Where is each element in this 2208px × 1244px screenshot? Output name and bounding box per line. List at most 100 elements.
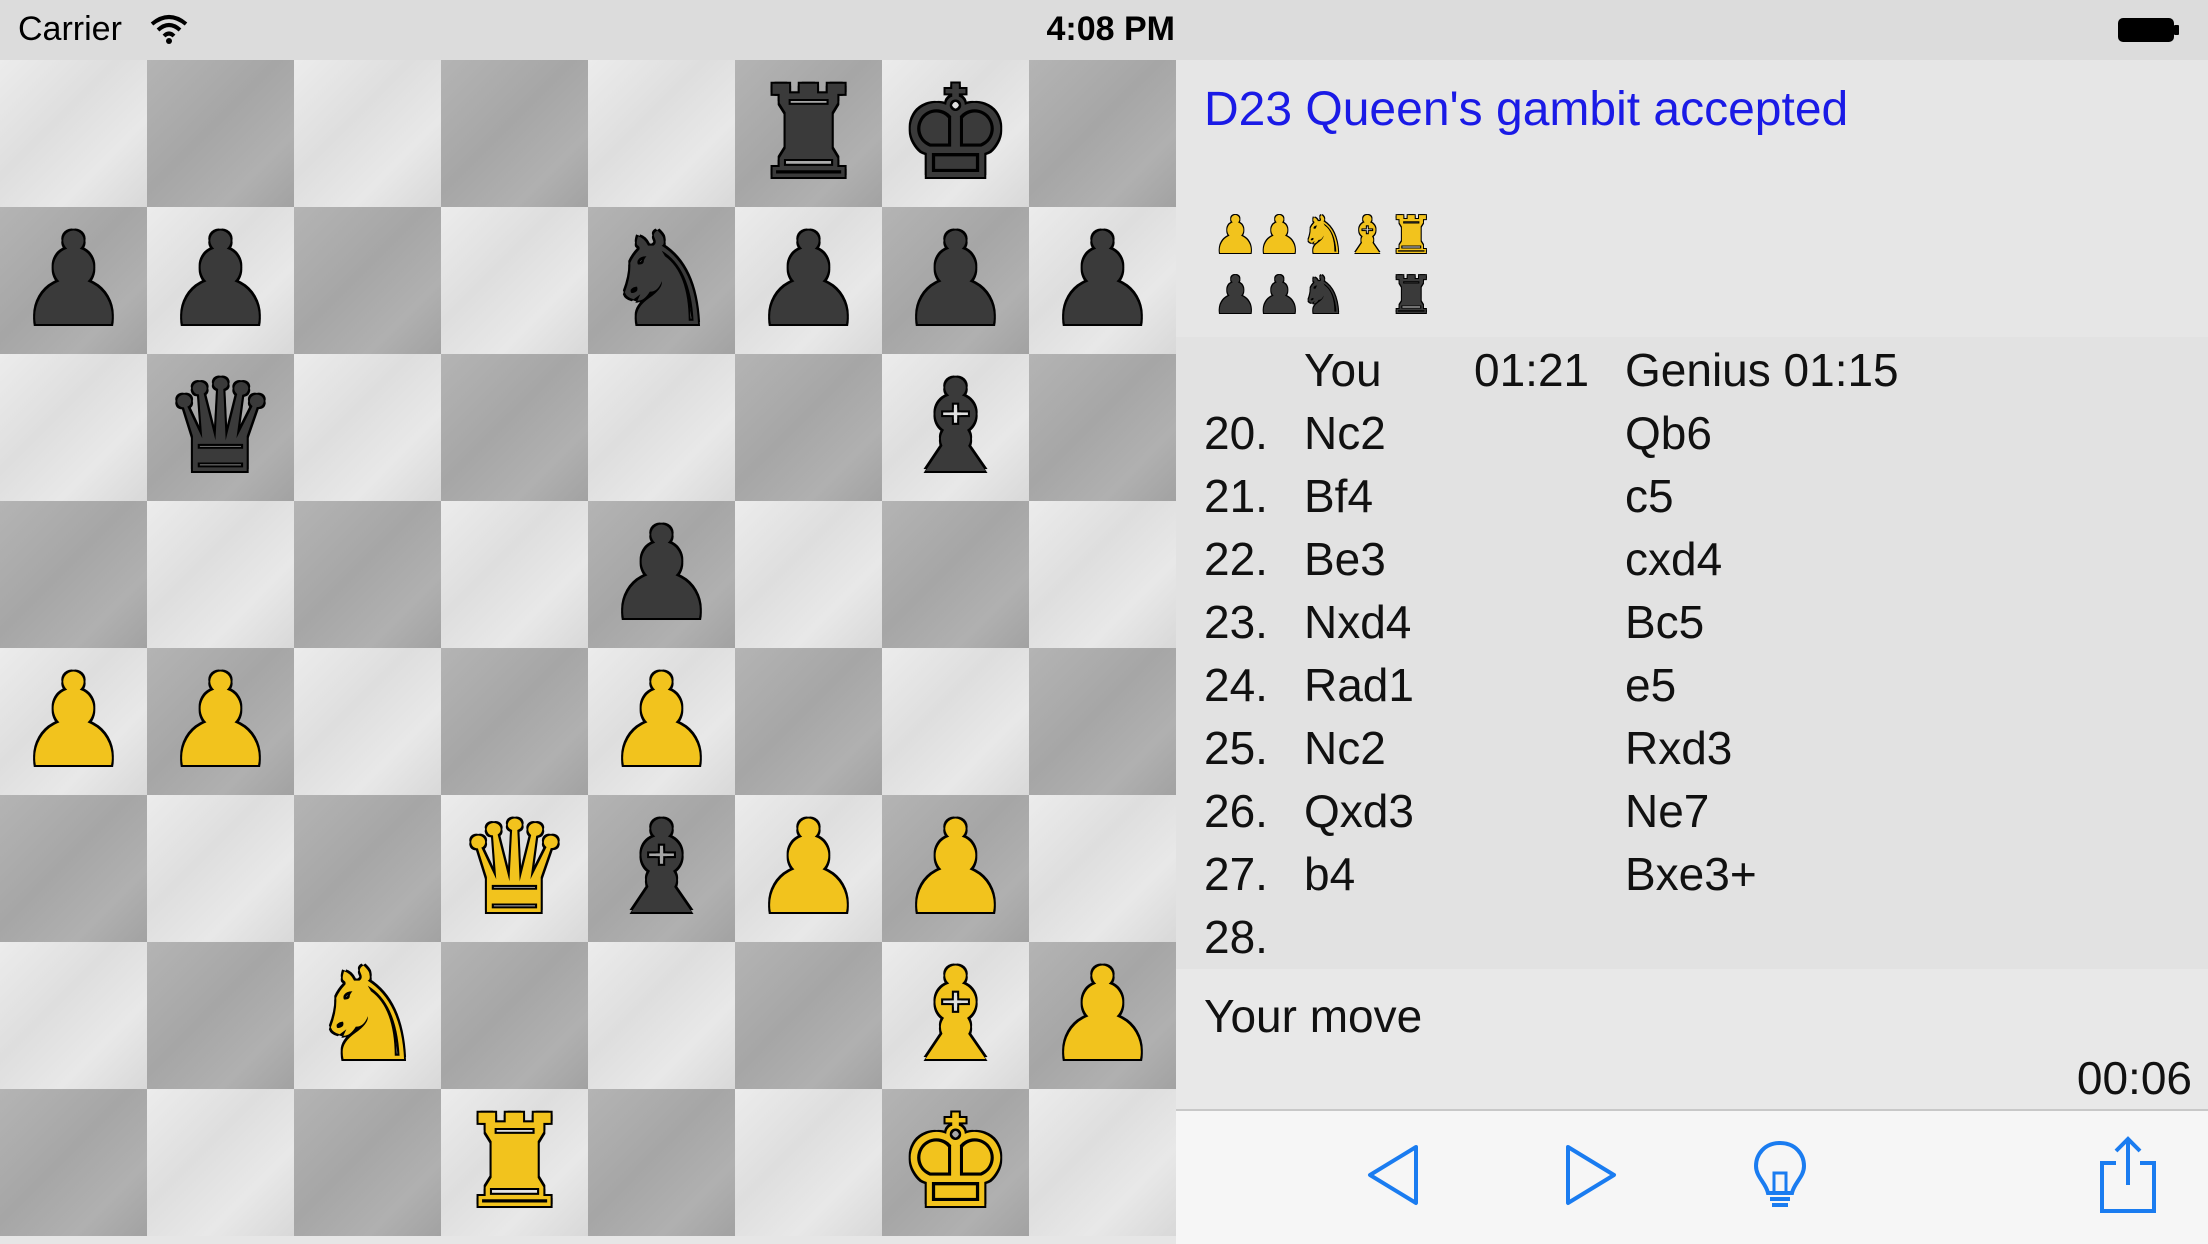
black-pawn-icon[interactable]: ♟	[882, 207, 1029, 354]
black-rook-icon[interactable]: ♜	[735, 60, 882, 207]
board-square[interactable]	[735, 942, 882, 1089]
white-move: Nxd4	[1304, 596, 1412, 648]
move-row[interactable]: 22. Be3 cxd4	[1176, 526, 2208, 589]
move-timer: 00:06	[2076, 1052, 2192, 1104]
white-captured-piece-icon: ♝	[1344, 206, 1391, 266]
black-move: Qb6	[1625, 407, 1712, 459]
white-pawn-icon[interactable]: ♟	[882, 795, 1029, 942]
board-square[interactable]	[147, 501, 294, 648]
black-move: Bxe3+	[1625, 848, 1757, 900]
black-captured-piece-icon	[1344, 266, 1388, 326]
board-square[interactable]	[0, 1089, 147, 1236]
white-queen-icon[interactable]: ♛	[441, 795, 588, 942]
board-square[interactable]	[735, 354, 882, 501]
white-pawn-icon[interactable]: ♟	[0, 648, 147, 795]
board-square[interactable]	[1029, 60, 1176, 207]
board-square[interactable]	[441, 354, 588, 501]
black-pawn-icon[interactable]: ♟	[1029, 207, 1176, 354]
board-square[interactable]	[1029, 501, 1176, 648]
black-bishop-icon[interactable]: ♝	[588, 795, 735, 942]
board-square[interactable]	[0, 795, 147, 942]
board-square[interactable]	[294, 60, 441, 207]
white-pawn-icon[interactable]: ♟	[1029, 942, 1176, 1089]
black-pawn-icon[interactable]: ♟	[735, 207, 882, 354]
forward-arrow-icon[interactable]	[1548, 1135, 1628, 1215]
board-square[interactable]	[294, 648, 441, 795]
move-row[interactable]: 21. Bf4 c5	[1176, 463, 2208, 526]
white-bishop-icon[interactable]: ♝	[882, 942, 1029, 1089]
board-square[interactable]	[294, 795, 441, 942]
board-square[interactable]	[147, 795, 294, 942]
board-square[interactable]	[1029, 648, 1176, 795]
black-captured-piece-icon: ♜	[1388, 266, 1435, 326]
board-square[interactable]	[147, 942, 294, 1089]
black-pawn-icon[interactable]: ♟	[0, 207, 147, 354]
move-list[interactable]: You 01:21 Genius 01:15 20. Nc2 Qb6 21. Bf4 c5…	[1176, 337, 2208, 969]
white-knight-icon[interactable]: ♞	[294, 942, 441, 1089]
move-row[interactable]: 28.	[1176, 904, 2208, 967]
board-square[interactable]	[147, 1089, 294, 1236]
board-square[interactable]	[588, 942, 735, 1089]
black-knight-icon[interactable]: ♞	[588, 207, 735, 354]
black-bishop-icon[interactable]: ♝	[882, 354, 1029, 501]
board-square[interactable]	[1029, 354, 1176, 501]
board-square[interactable]	[0, 942, 147, 1089]
board-square[interactable]	[294, 1089, 441, 1236]
white-rook-icon[interactable]: ♜	[441, 1089, 588, 1236]
black-move: Ne7	[1625, 785, 1710, 837]
white-king-icon[interactable]: ♚	[882, 1089, 1029, 1236]
move-row[interactable]: 24. Rad1 e5	[1176, 652, 2208, 715]
board-square[interactable]	[882, 501, 1029, 648]
board-square[interactable]	[1029, 1089, 1176, 1236]
move-list-header: You 01:21 Genius 01:15	[1176, 337, 2208, 400]
board-square[interactable]	[441, 207, 588, 354]
black-king-icon[interactable]: ♚	[882, 60, 1029, 207]
share-icon[interactable]	[2088, 1135, 2168, 1215]
board-square[interactable]	[588, 354, 735, 501]
back-arrow-icon[interactable]	[1356, 1135, 1436, 1215]
move-row[interactable]: 23. Nxd4 Bc5	[1176, 589, 2208, 652]
captured-black-pieces: ♟ ♟ ♞ ♜	[1212, 266, 1435, 326]
move-number: 22.	[1204, 533, 1268, 585]
board-square[interactable]	[0, 501, 147, 648]
white-pawn-icon[interactable]: ♟	[147, 648, 294, 795]
chess-board[interactable]: ♜ ♚ ♟ ♟ ♞ ♟ ♟ ♟ ♛ ♝ ♟ ♟ ♟ ♟ ♛ ♝ ♟ ♟ ♞ ♝ ♟ ♜ ♚	[0, 60, 1176, 1236]
board-square[interactable]	[0, 354, 147, 501]
black-pawn-icon[interactable]: ♟	[147, 207, 294, 354]
white-captured-piece-icon: ♟	[1256, 206, 1303, 266]
game-panel: D23 Queen's gambit accepted ♟ ♟ ♞ ♝ ♜ ♟ ♟ ♞ ♜ Y…	[1176, 60, 2208, 1244]
white-pawn-icon[interactable]: ♟	[735, 795, 882, 942]
white-pawn-icon[interactable]: ♟	[588, 648, 735, 795]
board-square[interactable]	[588, 60, 735, 207]
board-square[interactable]	[588, 1089, 735, 1236]
board-square[interactable]	[1029, 795, 1176, 942]
black-pawn-icon[interactable]: ♟	[588, 501, 735, 648]
black-move: cxd4	[1625, 533, 1723, 585]
black-queen-icon[interactable]: ♛	[147, 354, 294, 501]
move-row[interactable]: 27. b4 Bxe3+	[1176, 841, 2208, 904]
black-move: Bc5	[1625, 596, 1705, 648]
board-square[interactable]	[735, 1089, 882, 1236]
board-square[interactable]	[294, 207, 441, 354]
board-square[interactable]	[0, 60, 147, 207]
board-square[interactable]	[735, 648, 882, 795]
move-row[interactable]: 26. Qxd3 Ne7	[1176, 778, 2208, 841]
move-row[interactable]: 25. Nc2 Rxd3	[1176, 715, 2208, 778]
white-move: Nc2	[1304, 722, 1386, 774]
board-square[interactable]	[441, 501, 588, 648]
opening-name: D23 Queen's gambit accepted	[1204, 83, 1849, 136]
board-square[interactable]	[441, 942, 588, 1089]
board-square[interactable]	[441, 60, 588, 207]
move-row[interactable]: 20. Nc2 Qb6	[1176, 400, 2208, 463]
black-captured-piece-icon: ♞	[1300, 266, 1347, 326]
toolbar	[1176, 1109, 2208, 1244]
board-square[interactable]	[735, 501, 882, 648]
black-move: c5	[1625, 470, 1674, 522]
board-square[interactable]	[147, 60, 294, 207]
board-square[interactable]	[294, 501, 441, 648]
hint-lightbulb-icon[interactable]	[1740, 1135, 1820, 1215]
white-move: Bf4	[1304, 470, 1374, 522]
board-square[interactable]	[882, 648, 1029, 795]
board-square[interactable]	[294, 354, 441, 501]
board-square[interactable]	[441, 648, 588, 795]
